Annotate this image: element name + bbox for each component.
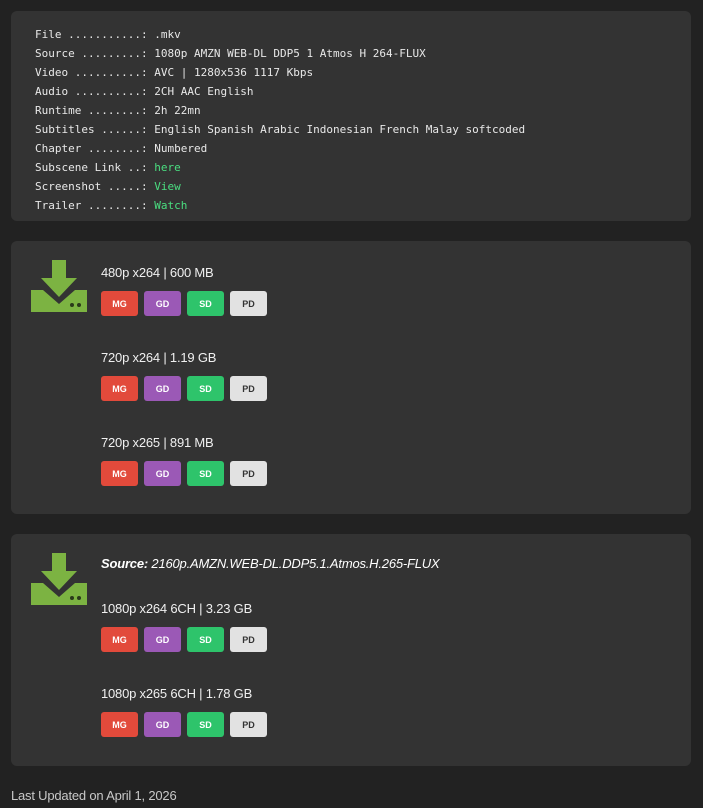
sd-button[interactable]: SD [187, 627, 224, 652]
pd-button[interactable]: PD [230, 627, 267, 652]
mg-button[interactable]: MG [101, 461, 138, 486]
source-value: 2160p.AMZN.WEB-DL.DDP5.1.Atmos.H.265-FLU… [148, 556, 440, 571]
info-subtitles: Subtitles ......: English Spanish Arabic… [35, 120, 691, 139]
info-value: 2h 22mn [154, 104, 201, 117]
mg-button[interactable]: MG [101, 291, 138, 316]
quality-480p-x264: 480p x264 | 600 MB MG GD SD PD [101, 265, 267, 316]
info-value: AVC | 1280x536 1117 Kbps [154, 66, 314, 79]
info-label: Trailer ........: [35, 199, 155, 212]
info-screenshot: Screenshot .....: View [35, 177, 691, 196]
gd-button[interactable]: GD [144, 376, 181, 401]
info-value: 1080p AMZN WEB-DL DDP5 1 Atmos H 264-FLU… [154, 47, 426, 60]
quality-title: 720p x264 | 1.19 GB [101, 350, 217, 365]
quality-1080p-x265: 1080p x265 6CH | 1.78 GB MG GD SD PD [101, 686, 267, 737]
info-source: Source .........: 1080p AMZN WEB-DL DDP5… [35, 44, 691, 63]
subscene-link[interactable]: here [154, 161, 181, 174]
sd-button[interactable]: SD [187, 461, 224, 486]
info-value: 2CH AAC English [154, 85, 254, 98]
mirror-buttons: MG GD SD PD [101, 376, 267, 401]
quality-1080p-x264: 1080p x264 6CH | 3.23 GB MG GD SD PD [101, 601, 267, 652]
mirror-buttons: MG GD SD PD [101, 627, 267, 652]
mg-button[interactable]: MG [101, 376, 138, 401]
sd-button[interactable]: SD [187, 712, 224, 737]
info-subscene: Subscene Link ..: here [35, 158, 691, 177]
sd-button[interactable]: SD [187, 291, 224, 316]
quality-720p-x264: 720p x264 | 1.19 GB MG GD SD PD [101, 350, 267, 401]
mirror-buttons: MG GD SD PD [101, 291, 267, 316]
pd-button[interactable]: PD [230, 712, 267, 737]
info-runtime: Runtime ........: 2h 22mn [35, 101, 691, 120]
info-label: Audio ..........: [35, 85, 155, 98]
info-value: .mkv [154, 28, 181, 41]
mg-button[interactable]: MG [101, 627, 138, 652]
quality-title: 480p x264 | 600 MB [101, 265, 214, 280]
quality-title: 1080p x264 6CH | 3.23 GB [101, 601, 253, 616]
quality-720p-x265: 720p x265 | 891 MB MG GD SD PD [101, 435, 267, 486]
info-label: Source .........: [35, 47, 155, 60]
info-chapter: Chapter ........: Numbered [35, 139, 691, 158]
info-trailer: Trailer ........: Watch [35, 196, 691, 215]
quality-title: 1080p x265 6CH | 1.78 GB [101, 686, 253, 701]
info-label: Subtitles ......: [35, 123, 155, 136]
media-info-box: File ...........: .mkv Source .........:… [11, 11, 691, 221]
mirror-buttons: MG GD SD PD [101, 461, 267, 486]
info-label: Subscene Link ..: [35, 161, 155, 174]
download-section-2: Source: 2160p.AMZN.WEB-DL.DDP5.1.Atmos.H… [11, 534, 691, 766]
screenshot-link[interactable]: View [154, 180, 181, 193]
pd-button[interactable]: PD [230, 461, 267, 486]
gd-button[interactable]: GD [144, 291, 181, 316]
download-icon [31, 260, 87, 312]
trailer-link[interactable]: Watch [154, 199, 187, 212]
source-label: Source: [101, 556, 149, 571]
download-section-1: 480p x264 | 600 MB MG GD SD PD 720p x264… [11, 241, 691, 514]
info-label: File ...........: [35, 28, 155, 41]
pd-button[interactable]: PD [230, 376, 267, 401]
info-label: Screenshot .....: [35, 180, 155, 193]
info-label: Chapter ........: [35, 142, 155, 155]
source-line: Source: 2160p.AMZN.WEB-DL.DDP5.1.Atmos.H… [101, 555, 440, 573]
info-video: Video ..........: AVC | 1280x536 1117 Kb… [35, 63, 691, 82]
gd-button[interactable]: GD [144, 461, 181, 486]
info-value: English Spanish Arabic Indonesian French… [154, 123, 526, 136]
pd-button[interactable]: PD [230, 291, 267, 316]
last-updated: Last Updated on April 1, 2026 [11, 788, 177, 803]
info-label: Video ..........: [35, 66, 155, 79]
mirror-buttons: MG GD SD PD [101, 712, 267, 737]
mg-button[interactable]: MG [101, 712, 138, 737]
download-icon [31, 553, 87, 605]
gd-button[interactable]: GD [144, 712, 181, 737]
info-file: File ...........: .mkv [35, 25, 691, 44]
download-list: 480p x264 | 600 MB MG GD SD PD 720p x264… [101, 241, 681, 514]
info-value: Numbered [154, 142, 208, 155]
sd-button[interactable]: SD [187, 376, 224, 401]
info-label: Runtime ........: [35, 104, 155, 117]
gd-button[interactable]: GD [144, 627, 181, 652]
info-audio: Audio ..........: 2CH AAC English [35, 82, 691, 101]
quality-title: 720p x265 | 891 MB [101, 435, 214, 450]
download-list: Source: 2160p.AMZN.WEB-DL.DDP5.1.Atmos.H… [101, 534, 681, 766]
